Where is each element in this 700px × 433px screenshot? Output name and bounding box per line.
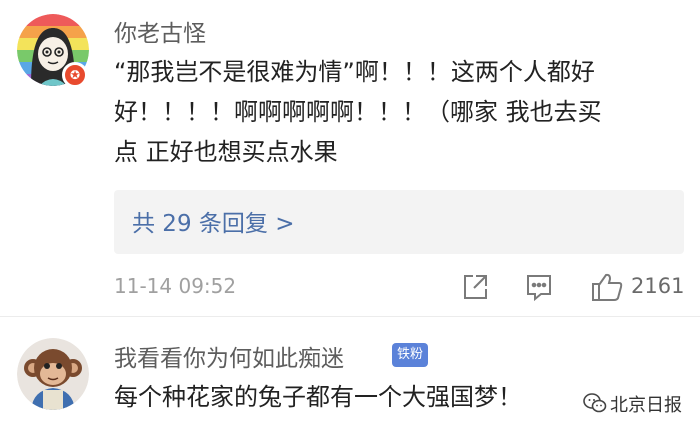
replies-label: 共 29 条回复 > bbox=[132, 211, 295, 237]
star-badge-icon: ✪ bbox=[62, 62, 88, 88]
fan-badge: 铁粉 bbox=[392, 343, 429, 367]
user-avatar[interactable] bbox=[17, 338, 89, 410]
comment-text-line: “那我岂不是很难为情”啊！！！这两个人都好 bbox=[114, 58, 595, 86]
comment-text-line: 好！！！！啊啊啊啊啊！！！（哪家 我也去买 bbox=[114, 98, 602, 126]
like-count: 2161 bbox=[631, 274, 685, 298]
comment-text-line: 每个种花家的兔子都有一个大强国梦！ bbox=[114, 383, 522, 411]
share-icon[interactable] bbox=[459, 271, 491, 303]
watermark-text: 北京日报 bbox=[610, 395, 682, 416]
username[interactable]: 你老古怪 bbox=[114, 14, 206, 48]
thumbs-up-icon[interactable] bbox=[590, 271, 626, 303]
comment-icon[interactable] bbox=[523, 271, 555, 303]
view-replies-button[interactable]: 共 29 条回复 > bbox=[114, 190, 684, 254]
username[interactable]: 我看看你为何如此痴迷 bbox=[114, 339, 344, 373]
comment-text-line: 点 正好也想买点水果 bbox=[114, 138, 338, 166]
wechat-icon bbox=[583, 393, 607, 413]
comment-timestamp: 11-14 09:52 bbox=[114, 274, 237, 298]
comment-item: ✪ 你老古怪 “那我岂不是很难为情”啊！！！这两个人都好 好！！！！啊啊啊啊啊！… bbox=[0, 0, 700, 316]
